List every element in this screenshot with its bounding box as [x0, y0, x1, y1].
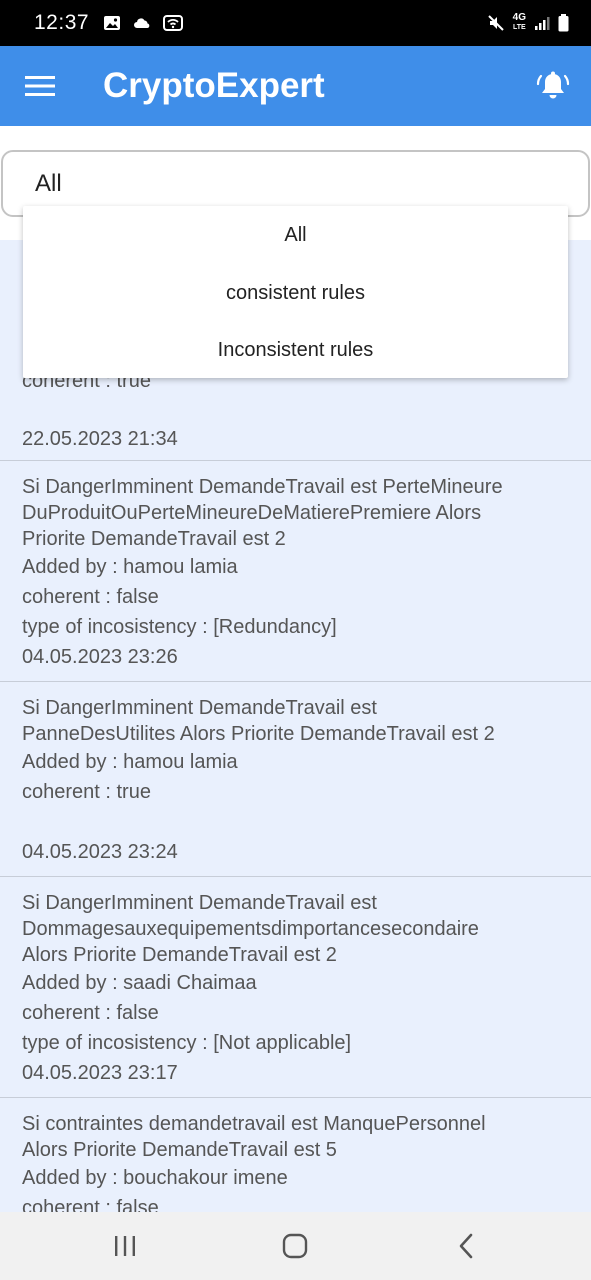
filter-selected-value: All — [35, 169, 62, 197]
signal-icon — [534, 15, 550, 31]
bell-ringing-icon — [536, 71, 570, 99]
rule-added-by: Added by : hamou lamia — [22, 751, 238, 773]
notifications-button[interactable] — [531, 64, 575, 108]
rule-text-line: Si DangerImminent DemandeTravail est — [22, 697, 377, 719]
rule-text-line: PanneDesUtilites Alors Priorite DemandeT… — [22, 723, 495, 745]
network-label-top: 4G — [512, 12, 526, 23]
rule-added-by: Added by : saadi Chaimaa — [22, 972, 257, 994]
rules-list[interactable]: coherent : true 22.05.2023 21:34 Si Dang… — [0, 240, 591, 1212]
hamburger-menu-icon — [25, 76, 55, 96]
filter-dropdown-menu: All consistent rules Inconsistent rules — [23, 206, 568, 378]
app-title: CryptoExpert — [103, 66, 325, 105]
rule-text-line: Si DangerImminent DemandeTravail est Per… — [22, 476, 503, 498]
menu-button[interactable] — [0, 46, 80, 126]
status-bar: 12:37 4G LTE — [0, 0, 591, 46]
rule-added-by: Added by : hamou lamia — [22, 556, 238, 578]
rule-coherent: coherent : false — [22, 1002, 159, 1024]
back-icon — [459, 1233, 473, 1259]
rule-date: 04.05.2023 23:24 — [22, 841, 178, 863]
image-icon — [103, 15, 121, 31]
system-nav-bar — [0, 1212, 591, 1280]
rule-date: 04.05.2023 23:17 — [22, 1062, 178, 1084]
recent-apps-icon — [115, 1236, 136, 1256]
mute-icon — [487, 14, 505, 32]
rule-text-line: Alors Priorite DemandeTravail est 2 — [22, 944, 337, 966]
rule-coherent: coherent : false — [22, 1197, 159, 1212]
rule-inconsistency-type: type of incosistency : [Redundancy] — [22, 616, 337, 638]
network-label-bottom: LTE — [512, 24, 526, 31]
dropdown-option-all[interactable]: All — [23, 207, 568, 265]
recent-apps-button[interactable] — [80, 1216, 170, 1276]
rule-coherent: coherent : true — [22, 781, 151, 803]
rule-text-line: DuProduitOuPerteMineureDeMatierePremiere… — [22, 502, 482, 524]
network-type-indicator: 4G LTE — [513, 13, 526, 33]
home-icon — [283, 1233, 308, 1259]
back-button[interactable] — [421, 1216, 511, 1276]
rule-text-line: Si DangerImminent DemandeTravail est — [22, 892, 377, 914]
rule-date: 04.05.2023 23:26 — [22, 646, 178, 668]
status-time: 12:37 — [34, 11, 90, 34]
rule-text-line: Si contraintes demandetravail est Manque… — [22, 1113, 486, 1135]
rule-text-line: Alors Priorite DemandeTravail est 5 — [22, 1139, 337, 1161]
rule-date: 22.05.2023 21:34 — [22, 428, 178, 450]
home-button[interactable] — [250, 1216, 340, 1276]
rule-added-by: Added by : bouchakour imene — [22, 1167, 288, 1189]
app-bar: CryptoExpert — [0, 46, 591, 126]
rule-coherent: coherent : false — [22, 586, 159, 608]
battery-icon — [558, 14, 569, 32]
status-notification-icons — [103, 15, 184, 31]
dropdown-option-consistent[interactable]: consistent rules — [23, 265, 568, 323]
dropdown-option-inconsistent[interactable]: Inconsistent rules — [23, 322, 568, 380]
status-system-icons: 4G LTE — [487, 13, 569, 33]
rule-card[interactable]: Si DangerImminent DemandeTravail est Pan… — [0, 682, 591, 877]
rule-card[interactable]: Si DangerImminent DemandeTravail est Dom… — [0, 877, 591, 1098]
rule-card[interactable]: Si DangerImminent DemandeTravail est Per… — [0, 461, 591, 682]
rule-inconsistency-type: type of incosistency : [Not applicable] — [22, 1032, 352, 1054]
wifi-hotspot-icon — [163, 15, 184, 31]
rule-text-line: Dommagesauxequipementsdimportanceseconda… — [22, 918, 479, 940]
rule-text-line: Priorite DemandeTravail est 2 — [22, 528, 286, 550]
rule-card[interactable]: Si contraintes demandetravail est Manque… — [0, 1098, 591, 1212]
cloud-icon — [133, 16, 151, 30]
